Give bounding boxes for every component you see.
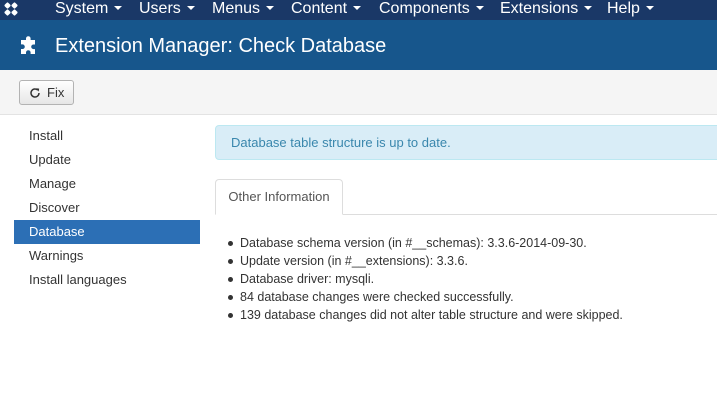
bullet-icon [228,259,233,264]
caret-down-icon [266,5,275,10]
page-header: Extension Manager: Check Database [0,20,717,70]
sidebar-item-warnings[interactable]: Warnings [14,244,200,268]
bullet-icon [228,277,233,282]
menu-extensions-label: Extensions [500,0,579,17]
menu-menus-label: Menus [212,0,261,17]
sidebar-item-discover[interactable]: Discover [14,196,200,220]
info-text: 84 database changes were checked success… [240,290,514,304]
info-list: Database schema version (in #__schemas):… [228,234,623,324]
info-text: Database schema version (in #__schemas):… [240,236,587,250]
menu-components-label: Components [379,0,470,17]
sidebar-item-install-languages[interactable]: Install languages [14,268,200,292]
caret-down-icon [475,5,484,10]
list-item: 139 database changes did not alter table… [228,306,623,324]
info-text: 139 database changes did not alter table… [240,308,623,322]
caret-down-icon [186,5,195,10]
menu-users[interactable]: Users [139,0,195,20]
fix-button[interactable]: Fix [19,80,74,105]
list-item: 84 database changes were checked success… [228,288,623,306]
menu-help-label: Help [607,0,640,17]
page-title: Extension Manager: Check Database [55,35,387,57]
menu-help[interactable]: Help [607,0,654,20]
menu-content-label: Content [291,0,348,17]
sidebar-item-database[interactable]: Database [14,220,200,244]
caret-down-icon [584,5,593,10]
status-alert: Database table structure is up to date. [215,125,717,160]
menu-system-label: System [55,0,109,17]
bullet-icon [228,241,233,246]
bullet-icon [228,313,233,318]
sidebar-item-manage[interactable]: Manage [14,172,200,196]
menu-menus[interactable]: Menus [212,0,275,20]
top-menu-bar: System Users Menus Content Components Ex… [0,0,717,20]
sidebar-item-install[interactable]: Install [14,124,200,148]
list-item: Database schema version (in #__schemas):… [228,234,623,252]
joomla-logo-icon[interactable] [0,0,40,20]
list-item: Update version (in #__extensions): 3.3.6… [228,252,623,270]
toolbar: Fix [0,70,717,115]
refresh-icon [30,88,40,98]
list-item: Database driver: mysqli. [228,270,623,288]
fix-button-label: Fix [47,85,65,100]
info-text: Update version (in #__extensions): 3.3.6… [240,254,468,268]
caret-down-icon [114,5,123,10]
bullet-icon [228,295,233,300]
caret-down-icon [353,5,362,10]
info-text: Database driver: mysqli. [240,272,375,286]
menu-extensions[interactable]: Extensions [500,0,593,20]
menu-system[interactable]: System [55,0,123,20]
menu-users-label: Users [139,0,181,17]
sidebar-item-update[interactable]: Update [14,148,200,172]
tab-other-information[interactable]: Other Information [215,179,343,215]
menu-components[interactable]: Components [379,0,484,20]
caret-down-icon [645,5,654,10]
menu-content[interactable]: Content [291,0,362,20]
puzzle-icon [21,36,35,54]
